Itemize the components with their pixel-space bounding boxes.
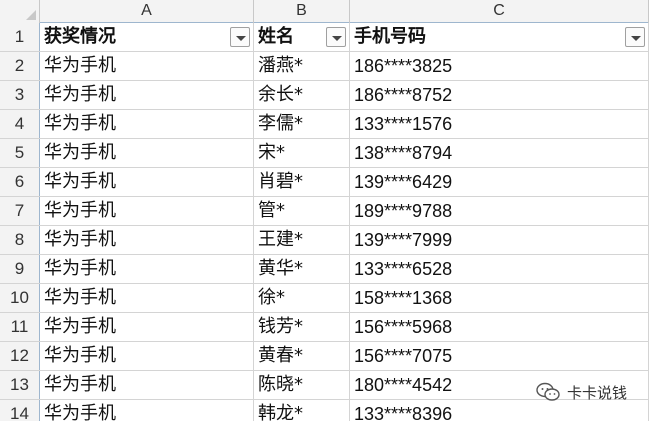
row-number[interactable]: 6: [0, 168, 40, 196]
column-header-bar: A B C: [0, 0, 649, 23]
cell-phone[interactable]: 156****7075: [350, 342, 649, 370]
cell-award[interactable]: 华为手机: [40, 139, 254, 167]
header-name-label: 姓名: [258, 26, 294, 47]
cell-name[interactable]: 管*: [254, 197, 350, 225]
watermark-text: 卡卡说钱: [566, 383, 627, 402]
row-number[interactable]: 10: [0, 284, 40, 312]
row-number[interactable]: 2: [0, 52, 40, 80]
cell-name[interactable]: 余长*: [254, 81, 350, 109]
cell-name[interactable]: 李儒*: [254, 110, 350, 138]
row-number[interactable]: 7: [0, 197, 40, 225]
watermark: 卡卡说钱: [535, 378, 627, 406]
filter-dropdown-phone[interactable]: [625, 27, 645, 47]
cell-award[interactable]: 华为手机: [40, 313, 254, 341]
table-row: 12 华为手机 黄春* 156****7075: [0, 342, 649, 371]
cell-phone[interactable]: 138****8794: [350, 139, 649, 167]
cell-name[interactable]: 宋*: [254, 139, 350, 167]
cell-name[interactable]: 韩龙*: [254, 400, 350, 421]
row-number[interactable]: 8: [0, 226, 40, 254]
wechat-icon: [536, 382, 560, 401]
filter-dropdown-award[interactable]: [230, 27, 250, 47]
cell-grid: 1 获奖情况 姓名 手机号码 2 华为手机 潘燕* 186****3825 3 华为手机余…: [0, 23, 649, 421]
header-award-label: 获奖情况: [44, 26, 116, 47]
row-number[interactable]: 5: [0, 139, 40, 167]
column-header-b[interactable]: B: [254, 0, 350, 23]
table-row: 3 华为手机 余长* 186****8752: [0, 81, 649, 110]
cell-name[interactable]: 黄春*: [254, 342, 350, 370]
cell-phone[interactable]: 158****1368: [350, 284, 649, 312]
column-header-c[interactable]: C: [350, 0, 649, 23]
cell-phone[interactable]: 139****6429: [350, 168, 649, 196]
cell-award[interactable]: 华为手机: [40, 81, 254, 109]
column-header-a[interactable]: A: [40, 0, 254, 23]
cell-phone[interactable]: 139****7999: [350, 226, 649, 254]
cell-name[interactable]: 陈晓*: [254, 371, 350, 399]
table-row: 4 华为手机 李儒* 133****1576: [0, 110, 649, 139]
cell-name[interactable]: 肖碧*: [254, 168, 350, 196]
cell-award[interactable]: 华为手机: [40, 284, 254, 312]
table-row: 7 华为手机 管* 189****9788: [0, 197, 649, 226]
cell-award[interactable]: 华为手机: [40, 197, 254, 225]
cell-phone[interactable]: 156****5968: [350, 313, 649, 341]
table-header-row: 1 获奖情况 姓名 手机号码: [0, 23, 649, 52]
cell-phone[interactable]: 133****6528: [350, 255, 649, 283]
table-row: 2 华为手机 潘燕* 186****3825: [0, 52, 649, 81]
row-number[interactable]: 12: [0, 342, 40, 370]
cell-award[interactable]: 华为手机: [40, 52, 254, 80]
table-row: 9 华为手机 黄华* 133****6528: [0, 255, 649, 284]
cell-award[interactable]: 华为手机: [40, 255, 254, 283]
spreadsheet: A B C 1 获奖情况 姓名 手机号码 2 华为手机 潘燕* 186****3825…: [0, 0, 649, 421]
cell-phone[interactable]: 186****3825: [350, 52, 649, 80]
table-row: 10 华为手机 徐* 158****1368: [0, 284, 649, 313]
table-row: 8 华为手机 王建* 139****7999: [0, 226, 649, 255]
select-all-corner[interactable]: [0, 0, 40, 23]
cell-award[interactable]: 华为手机: [40, 110, 254, 138]
cell-phone[interactable]: 186****8752: [350, 81, 649, 109]
cell-name[interactable]: 潘燕*: [254, 52, 350, 80]
table-row: 5 华为手机 宋* 138****8794: [0, 139, 649, 168]
row-number[interactable]: 3: [0, 81, 40, 109]
row-number[interactable]: 13: [0, 371, 40, 399]
cell-award[interactable]: 华为手机: [40, 342, 254, 370]
cell-phone[interactable]: 189****9788: [350, 197, 649, 225]
cell-name[interactable]: 徐*: [254, 284, 350, 312]
header-cell-name[interactable]: 姓名: [254, 23, 350, 51]
table-row: 11 华为手机 钱芳* 156****5968: [0, 313, 649, 342]
cell-award[interactable]: 华为手机: [40, 226, 254, 254]
header-cell-phone[interactable]: 手机号码: [350, 23, 649, 51]
row-number[interactable]: 14: [0, 400, 40, 421]
cell-name[interactable]: 钱芳*: [254, 313, 350, 341]
header-cell-award[interactable]: 获奖情况: [40, 23, 254, 51]
cell-name[interactable]: 王建*: [254, 226, 350, 254]
select-all-triangle-icon: [26, 10, 36, 20]
header-phone-label: 手机号码: [354, 26, 426, 47]
row-number[interactable]: 1: [0, 23, 40, 51]
cell-award[interactable]: 华为手机: [40, 400, 254, 421]
filter-dropdown-name[interactable]: [326, 27, 346, 47]
row-number[interactable]: 4: [0, 110, 40, 138]
cell-award[interactable]: 华为手机: [40, 168, 254, 196]
cell-phone[interactable]: 133****1576: [350, 110, 649, 138]
cell-award[interactable]: 华为手机: [40, 371, 254, 399]
row-number[interactable]: 9: [0, 255, 40, 283]
row-number[interactable]: 11: [0, 313, 40, 341]
cell-name[interactable]: 黄华*: [254, 255, 350, 283]
table-row: 6 华为手机 肖碧* 139****6429: [0, 168, 649, 197]
